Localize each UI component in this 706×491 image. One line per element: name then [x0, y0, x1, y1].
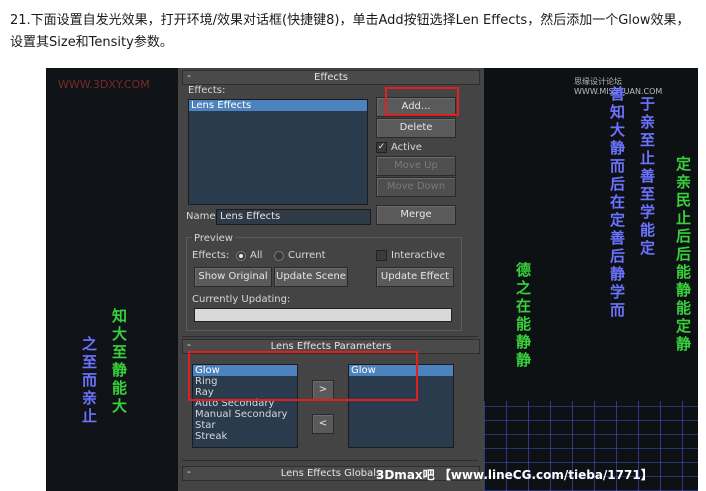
viewport-left-col1: 之至而亲止	[80, 336, 98, 426]
preview-group-label: Preview	[192, 233, 235, 244]
effects-list-item[interactable]: Lens Effects	[189, 100, 367, 111]
delete-button[interactable]: Delete	[376, 118, 456, 138]
update-progress-bar	[194, 308, 452, 322]
active-label: Active	[391, 142, 422, 153]
viewport-right-col3: 于亲至止善至学能定	[638, 96, 656, 258]
move-up-button[interactable]: Move Up	[376, 156, 456, 176]
viewport-right-col1: 德之在能静静	[514, 262, 532, 370]
update-effect-button[interactable]: Update Effect	[376, 267, 454, 287]
currently-updating-label: Currently Updating:	[192, 294, 291, 305]
remove-effect-arrow-button[interactable]: <	[312, 414, 334, 434]
watermark-right: 思缘设计论坛 WWW.MISSYUAN.COM	[574, 77, 663, 96]
rollout-divider	[182, 460, 478, 461]
instruction-text: 21.下面设置自发光效果，打开环境/效果对话框(快捷键8)，单击Add按钮选择L…	[10, 13, 690, 50]
environment-effects-dialog: - Effects Effects: Lens Effects Add... D…	[178, 68, 484, 491]
all-radio[interactable]	[236, 251, 246, 261]
preview-effects-label: Effects:	[192, 250, 230, 261]
merge-button[interactable]: Merge	[376, 205, 456, 225]
highlight-add	[385, 87, 459, 116]
viewport-left-col2: 知大至静能大	[110, 308, 128, 416]
effects-label: Effects:	[188, 85, 226, 96]
viewport-right-col4: 定亲民止后后能静能定静	[674, 156, 692, 354]
move-down-button[interactable]: Move Down	[376, 177, 456, 197]
viewport-right-col2: 善知大静而后在定善后静学而	[608, 86, 626, 320]
effects-rollout-header[interactable]: - Effects	[182, 69, 480, 85]
highlight-lens-params	[188, 351, 418, 401]
effects-listbox[interactable]: Lens Effects	[188, 99, 368, 205]
show-original-button[interactable]: Show Original	[194, 267, 272, 287]
interactive-checkbox[interactable]	[376, 250, 387, 261]
effects-rollout-title: Effects	[314, 72, 348, 83]
watermark-left: WWW.3DXY.COM	[58, 78, 150, 91]
interactive-label: Interactive	[391, 250, 445, 261]
all-label: All	[250, 250, 263, 261]
name-label: Name:	[186, 211, 219, 222]
list-item[interactable]: Star	[193, 420, 297, 431]
footer-credit: 3Dmax吧 【www.lineCG.com/tieba/1771】	[376, 468, 653, 482]
rollout-divider	[182, 336, 478, 337]
active-checkbox[interactable]: ✓	[376, 142, 387, 153]
viewport-left: WWW.3DXY.COM 之至而亲止 知大至静能大	[46, 68, 178, 491]
screenshot-frame: WWW.3DXY.COM 之至而亲止 知大至静能大 - Effects Effe…	[46, 68, 698, 491]
name-field[interactable]: Lens Effects	[216, 209, 371, 225]
list-item[interactable]: Manual Secondary	[193, 409, 297, 420]
current-radio[interactable]	[274, 251, 284, 261]
current-label: Current	[288, 250, 326, 261]
update-scene-button[interactable]: Update Scene	[274, 267, 348, 287]
viewport-right: 思缘设计论坛 WWW.MISSYUAN.COM 德之在能静静 善知大静而后在定善…	[484, 68, 698, 491]
list-item[interactable]: Streak	[193, 431, 297, 442]
